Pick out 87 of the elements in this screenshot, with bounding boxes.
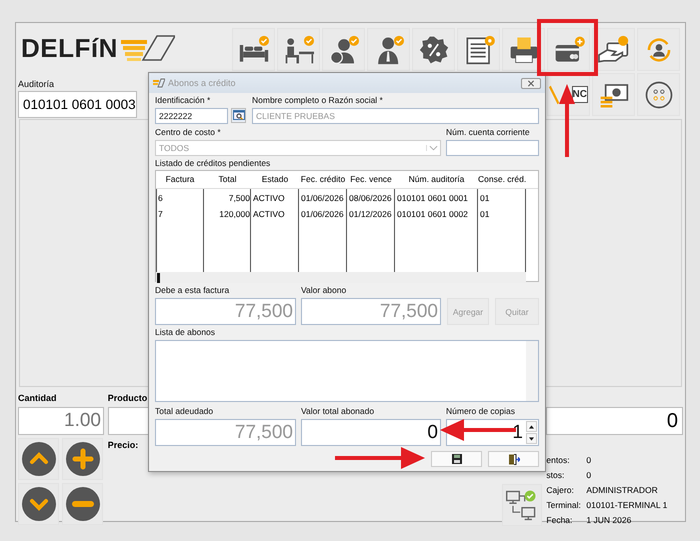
info-label: entos: xyxy=(546,454,571,466)
up-button[interactable] xyxy=(18,438,59,480)
door-exit-icon xyxy=(508,454,520,464)
field-label: Cantidad xyxy=(18,393,58,405)
lookup-button[interactable] xyxy=(231,108,246,123)
audit-field[interactable]: 010101 0601 0003 xyxy=(18,91,137,118)
column-header[interactable]: Conse. créd. xyxy=(478,171,526,188)
field-label: Identificación * xyxy=(155,95,212,106)
table-cell-text: 7 xyxy=(157,208,164,221)
column-header[interactable]: Total xyxy=(204,171,251,188)
quantity-field[interactable]: 1.00 xyxy=(18,407,104,435)
hand-with-card-icon xyxy=(596,34,630,64)
table-cell-text: 120,000 xyxy=(218,208,251,221)
table-cell-text: 6 xyxy=(157,192,164,205)
toolbar-button[interactable] xyxy=(592,73,635,116)
column-header[interactable]: Fec. crédito xyxy=(299,171,347,188)
field-label: Total adeudado xyxy=(155,406,214,417)
info-label: Terminal: xyxy=(546,499,582,511)
field-label: Auditoría xyxy=(18,79,54,89)
table-cell-text: 01/06/2026 xyxy=(300,208,345,221)
field-label: Centro de costo * xyxy=(155,127,222,138)
toolbar-button[interactable] xyxy=(637,73,680,116)
section-label: Listado de créditos pendientes xyxy=(155,158,272,169)
logo-icon xyxy=(120,34,175,62)
info-value: ADMINISTRADOR xyxy=(586,484,659,496)
chevron-down-icon xyxy=(426,145,438,151)
add-button[interactable] xyxy=(62,438,103,480)
column-header[interactable]: Fec. vence xyxy=(347,171,395,188)
exit-button[interactable] xyxy=(488,451,539,467)
field-label: Valor total abonado xyxy=(301,406,376,417)
info-value: 010101-TERMINAL 1 xyxy=(586,499,668,511)
table-cell-text: 01/06/2026 xyxy=(300,192,345,205)
column-header[interactable]: Estado xyxy=(251,171,299,188)
table-cell-text: ACTIVO xyxy=(252,192,286,205)
toolbar-button[interactable] xyxy=(502,28,545,71)
app-icon xyxy=(153,78,165,88)
info-value: 0 xyxy=(586,454,592,466)
field-label: Debe a esta factura xyxy=(155,285,230,296)
price-label: Precio: xyxy=(108,440,140,452)
remove-button[interactable] xyxy=(62,483,103,525)
info-value: 0 xyxy=(586,469,592,481)
toolbar-button[interactable] xyxy=(592,28,635,71)
close-icon xyxy=(527,80,535,86)
total-display: 0 xyxy=(546,407,683,435)
toolbar-button[interactable] xyxy=(457,28,500,71)
toolbar-button[interactable] xyxy=(277,28,320,71)
chevron-down-icon xyxy=(22,487,56,521)
field-label: Número de copias xyxy=(446,406,516,417)
table-cell-text: 01/12/2026 xyxy=(348,208,393,221)
table-cell-text: 010101 0601 0001 xyxy=(396,192,469,205)
info-label: Fecha: xyxy=(546,514,574,526)
window-title: Abonos a crédito xyxy=(168,78,236,88)
close-button[interactable] xyxy=(521,78,541,88)
logo-text: DELFíN xyxy=(21,32,118,64)
toolbar-button[interactable] xyxy=(367,28,410,71)
account-field[interactable] xyxy=(446,140,539,156)
chevron-up-icon xyxy=(22,442,56,476)
table-cell-text: 01 xyxy=(479,208,490,221)
horizontal-scrollbar[interactable] xyxy=(156,272,526,283)
field-label: Valor abono xyxy=(301,285,348,296)
info-label: Cajero: xyxy=(546,484,575,496)
info-value: 1 JUN 2026 xyxy=(586,514,632,526)
search-icon xyxy=(232,110,244,121)
field-label: Producto xyxy=(108,393,148,405)
table-cell-text: 7,500 xyxy=(228,192,251,205)
table-cell-text: 08/06/2026 xyxy=(348,192,393,205)
toolbar-button[interactable] xyxy=(547,28,590,71)
save-button[interactable] xyxy=(431,451,482,467)
minus-icon xyxy=(66,487,100,521)
info-label: stos: xyxy=(546,469,566,481)
column-header[interactable]: Núm. auditoría xyxy=(395,171,478,188)
toolbar-button[interactable] xyxy=(412,28,455,71)
toolbar-button[interactable] xyxy=(637,28,680,71)
column-header[interactable]: Factura xyxy=(156,171,204,188)
total-paid-field[interactable]: 0 xyxy=(301,419,441,446)
highlight-frame xyxy=(537,19,598,76)
table-cell-text: 010101 0601 0002 xyxy=(396,208,469,221)
field-label: Núm. cuenta corriente xyxy=(446,127,531,138)
field-label: Nombre completo o Razón social * xyxy=(252,95,384,106)
toolbar-button[interactable] xyxy=(322,28,365,71)
down-button[interactable] xyxy=(18,483,59,525)
id-field[interactable]: 2222222 xyxy=(155,108,228,124)
plus-icon xyxy=(66,442,100,476)
table-cell-text: ACTIVO xyxy=(252,208,286,221)
toolbar-button[interactable] xyxy=(232,28,275,71)
table-cell-text: 01 xyxy=(479,192,490,205)
section-label: Lista de abonos xyxy=(155,327,216,338)
